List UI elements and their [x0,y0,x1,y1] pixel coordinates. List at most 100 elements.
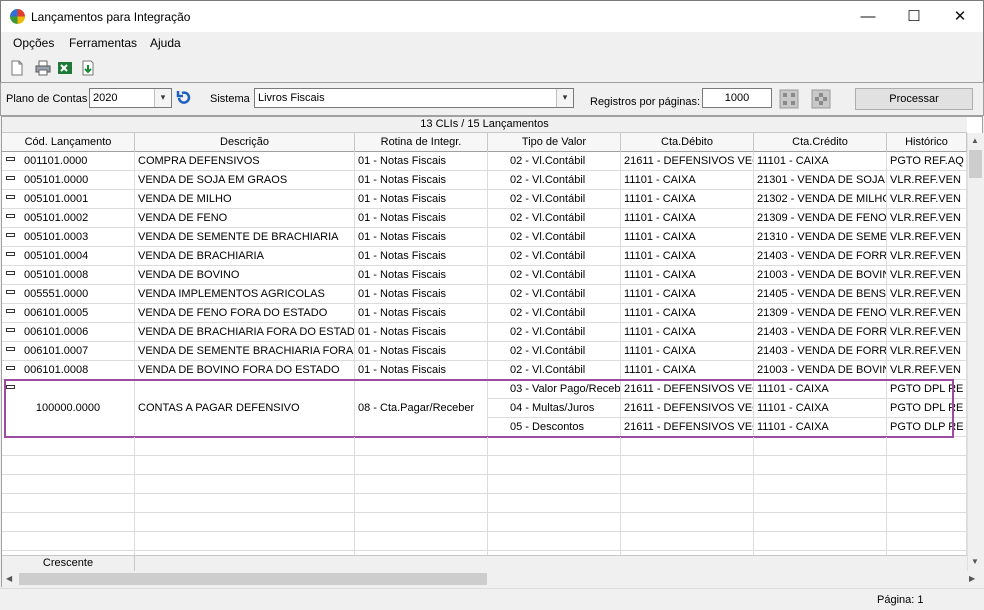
menu-opcoes[interactable]: Opções [13,36,54,50]
empty-cell [488,513,621,532]
cell-cta-credito: 21309 - VENDA DE FENO [754,209,887,228]
refresh-icon[interactable] [176,90,194,106]
empty-cell [488,494,621,513]
cell-historico: PGTO DPL RE [887,380,967,399]
table-row[interactable]: 005101.0004 VENDA DE BRACHIARIA 01 - Notas… [2,247,967,266]
header-cta-credito[interactable]: Cta.Crédito [754,133,887,152]
app-logo-icon [10,9,25,24]
empty-cell [887,494,967,513]
cell-tipo-valor: 04 - Multas/Juros [488,399,621,418]
scroll-left-icon[interactable]: ◀ [6,574,12,583]
empty-cell [355,494,488,513]
group-subrow[interactable]: 03 - Valor Pago/Recebi 21611 - DEFENSIVOS… [488,380,967,399]
empty-row [2,532,967,551]
header-rotina[interactable]: Rotina de Integr. [355,133,488,152]
empty-cell [754,513,887,532]
cell-cta-debito: 11101 - CAIXA [621,304,754,323]
cell-rotina: 01 - Notas Fiscais [355,304,488,323]
registros-input[interactable]: 1000 [702,88,772,108]
header-cta-debito[interactable]: Cta.Débito [621,133,754,152]
previous-page-icon[interactable] [779,89,799,109]
table-row[interactable]: 005101.0001 VENDA DE MILHO 01 - Notas Fisc… [2,190,967,209]
empty-cell [2,494,135,513]
processar-button[interactable]: Processar [855,88,973,110]
table-row[interactable]: 006101.0006 VENDA DE BRACHIARIA FORA DO E… [2,323,967,342]
cell-cta-credito: 21301 - VENDA DE SOJA [754,171,887,190]
empty-cell [887,513,967,532]
sistema-select[interactable]: Livros Fiscais [254,88,574,108]
cell-cta-credito: 21405 - VENDA DE BENS M [754,285,887,304]
scroll-right-icon[interactable]: ▶ [969,574,975,583]
empty-row [2,513,967,532]
cell-tipo-valor: 02 - Vl.Contábil [488,323,621,342]
table-row[interactable]: 005551.0000 VENDA IMPLEMENTOS AGRICOLAS 01… [2,285,967,304]
scroll-thumb[interactable] [969,150,982,178]
cell-descricao: VENDA DE SOJA EM GRAOS [135,171,355,190]
launch-grid: 13 CLIs / 15 Lançamentos Cód. Lançamento… [1,116,983,587]
table-row[interactable]: 005101.0003 VENDA DE SEMENTE DE BRACHIARI… [2,228,967,247]
table-row[interactable]: 006101.0005 VENDA DE FENO FORA DO ESTADO 0… [2,304,967,323]
maximize-button[interactable]: ☐ [891,1,937,33]
cell-cta-debito: 11101 - CAIXA [621,209,754,228]
cell-historico: VLR.REF.VEN [887,266,967,285]
table-row[interactable]: 006101.0008 VENDA DE BOVINO FORA DO ESTAD… [2,361,967,380]
menu-ferramentas[interactable]: Ferramentas [69,36,137,50]
group-subrow[interactable]: 04 - Multas/Juros 21611 - DEFENSIVOS VEGE… [488,399,967,418]
cell-descricao: VENDA DE FENO FORA DO ESTADO [135,304,355,323]
header-cod[interactable]: Cód. Lançamento [2,133,135,152]
close-button[interactable]: ✕ [937,1,983,33]
header-historico[interactable]: Histórico [887,133,967,152]
cell-rotina: 08 - Cta.Pagar/Receber [355,380,488,437]
scroll-up-icon[interactable]: ▲ [971,136,979,145]
menu-ajuda[interactable]: Ajuda [150,36,181,50]
cell-rotina: 01 - Notas Fiscais [355,152,488,171]
cell-tipo-valor: 03 - Valor Pago/Recebi [488,380,621,399]
cell-cod: 005101.0008 [2,266,135,285]
chevron-down-icon[interactable]: ▾ [556,89,573,107]
table-row[interactable]: 001101.0000 COMPRA DEFENSIVOS 01 - Notas F… [2,152,967,171]
cell-historico: PGTO REF.AQ [887,152,967,171]
download-icon[interactable] [80,60,96,76]
cell-rotina: 01 - Notas Fiscais [355,209,488,228]
toolbar [0,54,984,82]
table-row[interactable]: 005101.0000 VENDA DE SOJA EM GRAOS 01 - No… [2,171,967,190]
cell-descricao: CONTAS A PAGAR DEFENSIVO [135,380,355,437]
page-indicator: Página: 1 [877,594,924,606]
horizontal-scrollbar[interactable]: ◀ ▶ [2,571,983,587]
print-icon[interactable] [35,60,51,76]
cell-cod: 006101.0005 [2,304,135,323]
table-row[interactable]: 005101.0002 VENDA DE FENO 01 - Notas Fisca… [2,209,967,228]
new-document-icon[interactable] [9,60,25,76]
empty-cell [2,437,135,456]
hscroll-thumb[interactable] [19,573,487,585]
empty-cell [621,456,754,475]
grouped-row[interactable]: 100000.0000 CONTAS A PAGAR DEFENSIVO 08 - … [2,379,967,438]
group-subrow[interactable]: 05 - Descontos 21611 - DEFENSIVOS VEGE 111… [488,418,967,437]
next-page-icon[interactable] [811,89,831,109]
empty-cell [135,494,355,513]
cell-rotina: 01 - Notas Fiscais [355,361,488,380]
table-row[interactable]: 005101.0008 VENDA DE BOVINO 01 - Notas Fis… [2,266,967,285]
header-tipo-valor[interactable]: Tipo de Valor [488,133,621,152]
cell-historico: PGTO DPL RE [887,399,967,418]
cell-descricao: VENDA DE SEMENTE BRACHIARIA FORA DO [135,342,355,361]
cell-tipo-valor: 02 - Vl.Contábil [488,285,621,304]
header-descricao[interactable]: Descrição [135,133,355,152]
empty-row [2,456,967,475]
cell-cta-credito: 21003 - VENDA DE BOVINO [754,361,887,380]
grid-footer: Crescente [2,555,967,571]
excel-export-icon[interactable] [57,60,73,76]
table-row[interactable]: 006101.0007 VENDA DE SEMENTE BRACHIARIA F… [2,342,967,361]
minimize-button[interactable]: — [845,1,891,33]
cell-rotina: 01 - Notas Fiscais [355,285,488,304]
chevron-down-icon[interactable]: ▾ [154,89,171,107]
empty-cell [887,437,967,456]
empty-cell [2,456,135,475]
cell-rotina: 01 - Notas Fiscais [355,171,488,190]
vertical-scrollbar[interactable]: ▲ ▼ [967,133,983,571]
scroll-down-icon[interactable]: ▼ [971,557,979,566]
cell-historico: VLR.REF.VEN [887,171,967,190]
cell-cod: 100000.0000 [2,380,135,437]
cell-descricao: VENDA IMPLEMENTOS AGRICOLAS [135,285,355,304]
cell-cta-credito: 21403 - VENDA DE FORRA( [754,247,887,266]
